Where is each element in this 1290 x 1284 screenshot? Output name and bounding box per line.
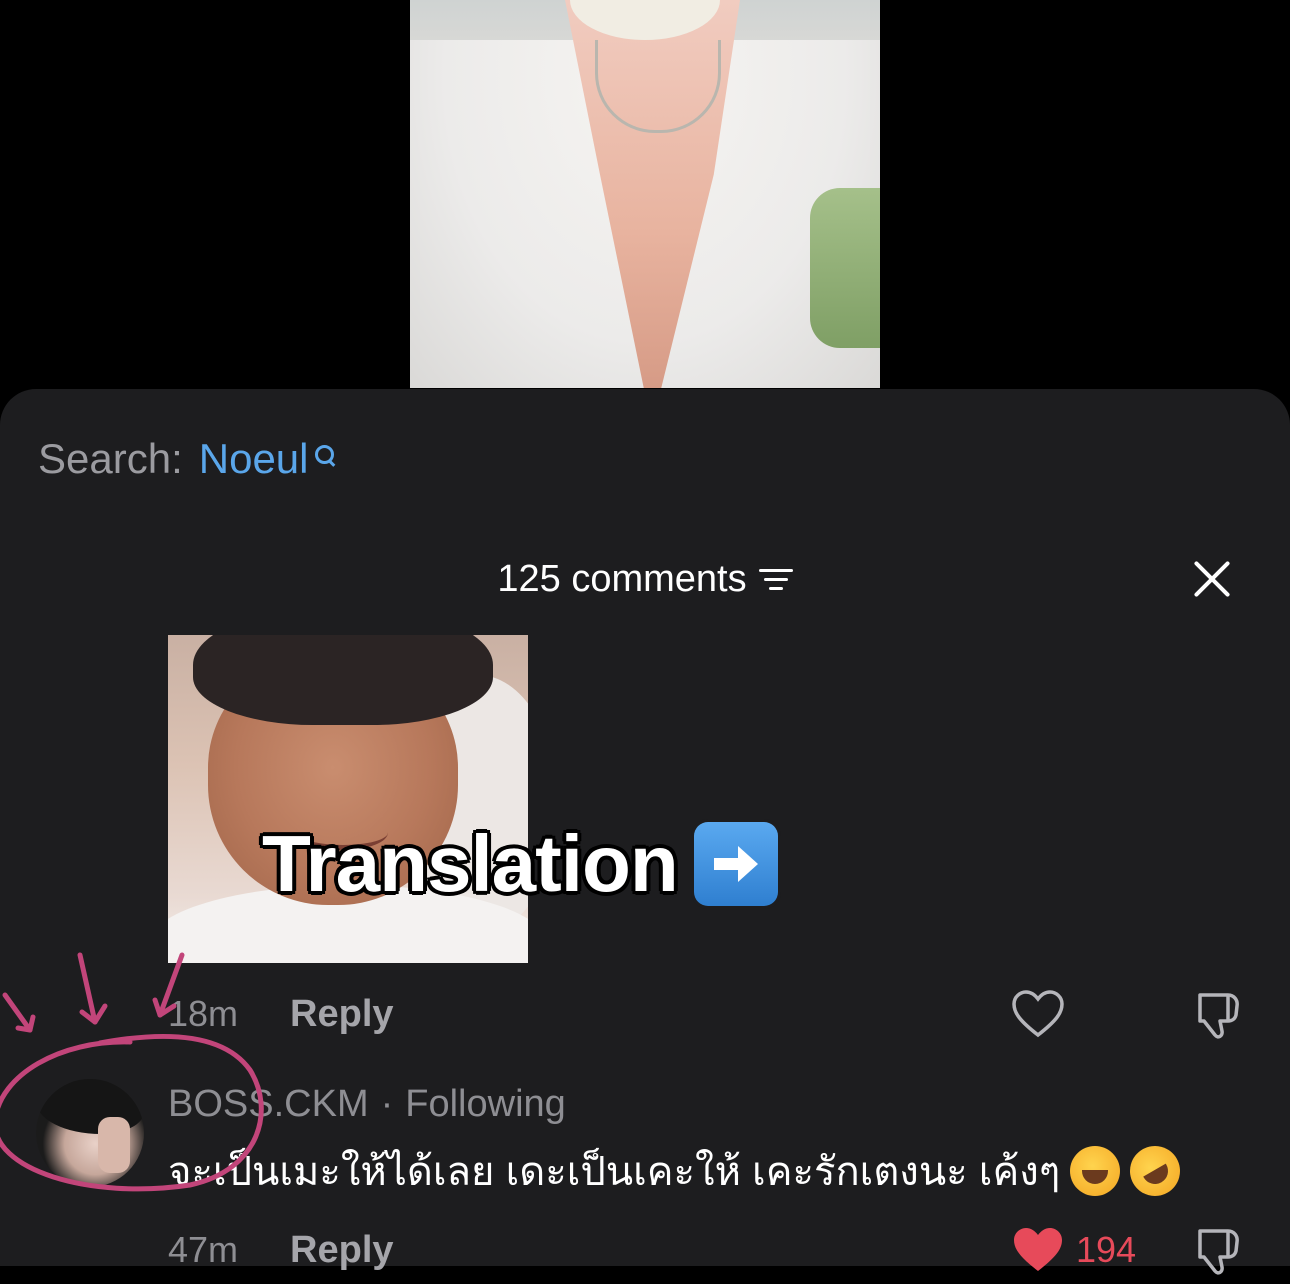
follow-status: Following bbox=[405, 1082, 566, 1125]
dislike-icon[interactable] bbox=[1190, 987, 1246, 1043]
laughing-tears-emoji bbox=[1070, 1146, 1121, 1196]
search-label: Search: bbox=[38, 435, 183, 482]
search-term-link[interactable]: Noeul bbox=[199, 435, 309, 483]
comment-meta-row: 18m Reply bbox=[168, 987, 394, 1041]
comment-body: จะเป็นเมะให้ได้เลย เดะเป็นเคะให้ เคะรักเ… bbox=[168, 1150, 1061, 1194]
comment-sticker-image[interactable] bbox=[168, 635, 528, 963]
reply-button[interactable]: Reply bbox=[290, 993, 393, 1036]
comment-time: 18m bbox=[168, 993, 239, 1034]
translation-label: Translation bbox=[262, 819, 679, 908]
avatar-hand bbox=[98, 1117, 130, 1173]
rofl-emoji bbox=[1121, 1136, 1190, 1206]
filter-icon[interactable] bbox=[758, 567, 793, 591]
search-icon[interactable] bbox=[313, 439, 335, 479]
separator: · bbox=[380, 1082, 394, 1125]
comment-meta-row-2: 47m Reply bbox=[168, 1223, 394, 1277]
comment-author-row: BOSS.CKM · Following bbox=[168, 1079, 566, 1129]
heart-icon[interactable] bbox=[1010, 987, 1066, 1043]
comment-time-2: 47m bbox=[168, 1229, 239, 1270]
sticker-hair bbox=[193, 635, 493, 725]
close-icon[interactable] bbox=[1190, 557, 1234, 601]
like-count: 194 bbox=[1076, 1229, 1137, 1270]
reply-button-2[interactable]: Reply bbox=[290, 1229, 393, 1272]
comments-header: 125 comments bbox=[0, 549, 1290, 609]
search-suggestion[interactable]: Search: Noeul bbox=[38, 429, 335, 489]
video-cushion bbox=[810, 188, 880, 348]
username[interactable]: BOSS.CKM bbox=[168, 1083, 369, 1126]
arrow-right-icon bbox=[693, 822, 778, 906]
comment-text: จะเป็นเมะให้ได้เลย เดะเป็นเคะให้ เคะรักเ… bbox=[168, 1136, 1190, 1206]
video-preview[interactable] bbox=[410, 0, 880, 388]
comments-count: 125 comments bbox=[497, 557, 747, 600]
dislike-icon-2[interactable] bbox=[1190, 1223, 1246, 1279]
avatar[interactable] bbox=[36, 1079, 144, 1187]
comments-sheet: Search: Noeul 125 comments Translation 1… bbox=[0, 389, 1290, 1275]
liked-heart-icon[interactable] bbox=[1010, 1223, 1066, 1279]
sticker-overlay-text: Translation bbox=[262, 819, 778, 909]
